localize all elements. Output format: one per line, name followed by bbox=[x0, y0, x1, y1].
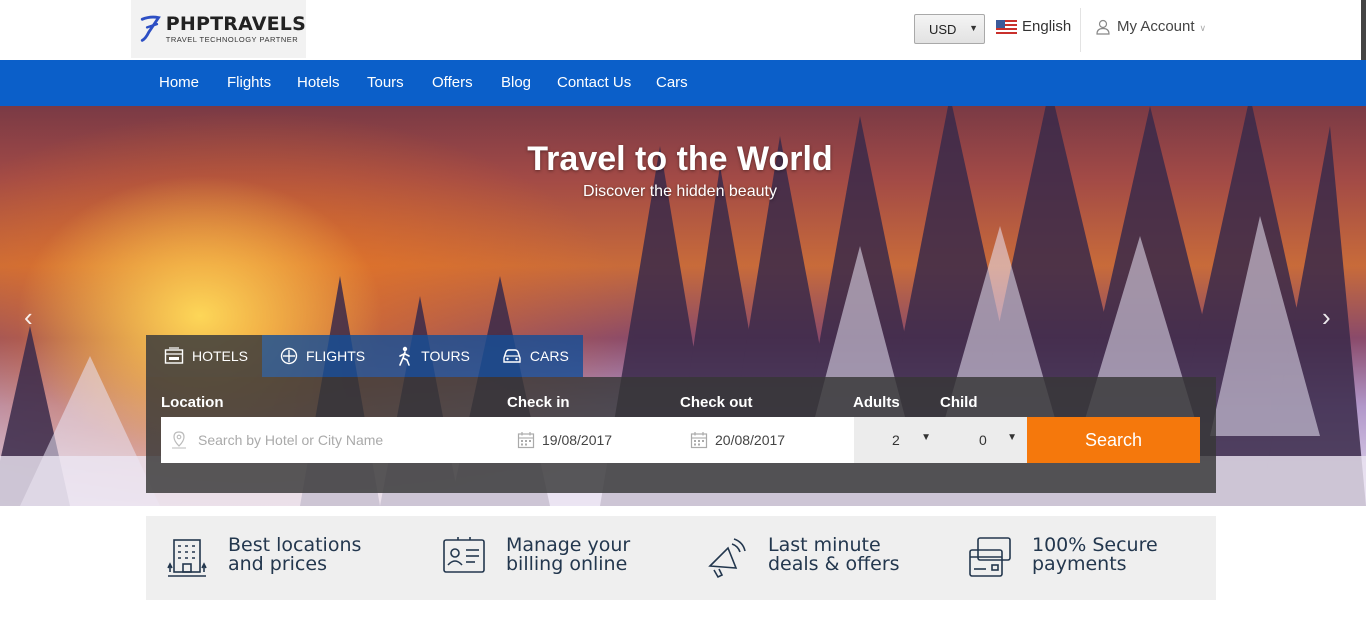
tab-cars[interactable]: CARS bbox=[483, 335, 583, 377]
tab-hotels-label: HOTELS bbox=[192, 348, 249, 364]
feature-secure-payments: 100% Secure payments bbox=[968, 536, 1158, 580]
caret-down-icon: ▼ bbox=[1007, 432, 1017, 443]
my-account-label: My Account bbox=[1117, 18, 1195, 35]
language-selector[interactable]: English bbox=[996, 18, 1071, 35]
megaphone-icon bbox=[708, 538, 746, 579]
feature-last-minute: Last minute deals & offers bbox=[706, 536, 900, 580]
nav-blog[interactable]: Blog bbox=[501, 74, 531, 91]
id-card-icon bbox=[443, 537, 485, 573]
building-icon bbox=[167, 539, 207, 577]
currency-value: USD bbox=[929, 21, 957, 37]
nav-contact-us[interactable]: Contact Us bbox=[557, 74, 631, 91]
nav-tours[interactable]: Tours bbox=[367, 74, 404, 91]
nav-cars[interactable]: Cars bbox=[656, 74, 688, 91]
nav-offers[interactable]: Offers bbox=[432, 74, 473, 91]
child-value: 0 bbox=[979, 432, 987, 448]
main-navbar: Home Flights Hotels Tours Offers Blog Co… bbox=[0, 60, 1366, 106]
adults-value: 2 bbox=[892, 432, 900, 448]
search-button[interactable]: Search bbox=[1027, 417, 1200, 463]
checkout-label: Check out bbox=[680, 394, 753, 411]
brand-tagline: TRAVEL TECHNOLOGY PARTNER bbox=[165, 35, 299, 44]
hiker-icon bbox=[399, 346, 410, 366]
location-input[interactable]: Search by Hotel or City Name bbox=[161, 417, 507, 463]
caret-down-icon: ▼ bbox=[921, 432, 931, 443]
carousel-next-arrow-icon[interactable]: › bbox=[1322, 302, 1331, 333]
search-tabs: HOTELS FLIGHTS TOURS CARS bbox=[146, 335, 583, 377]
tab-tours[interactable]: TOURS bbox=[379, 335, 484, 377]
brand-logo[interactable]: PHPTRAVELS TRAVEL TECHNOLOGY PARTNER bbox=[131, 0, 306, 58]
hotel-search-form: Location Check in Check out Adults Child… bbox=[146, 377, 1216, 493]
my-account-menu[interactable]: My Account ∨ bbox=[1096, 18, 1206, 35]
nav-flights[interactable]: Flights bbox=[227, 74, 271, 91]
tab-hotels[interactable]: HOTELS bbox=[146, 335, 263, 377]
header-divider bbox=[1080, 8, 1081, 52]
top-bar: PHPTRAVELS TRAVEL TECHNOLOGY PARTNER USD… bbox=[0, 0, 1366, 60]
hero-title: Travel to the World bbox=[527, 140, 833, 178]
tab-flights-label: FLIGHTS bbox=[306, 348, 366, 364]
checkin-value: 19/08/2017 bbox=[542, 432, 613, 448]
feature-1-line2: and prices bbox=[228, 553, 327, 575]
child-label: Child bbox=[940, 394, 978, 411]
currency-select[interactable]: USD ▼ bbox=[914, 14, 985, 44]
credit-card-icon bbox=[969, 537, 1011, 577]
features-bar: Best locations and prices Manage your bi… bbox=[146, 516, 1216, 600]
brand-name: PHPTRAVELS bbox=[165, 13, 306, 35]
map-pin-icon bbox=[172, 431, 186, 449]
feature-manage-billing: Manage your billing online bbox=[442, 536, 630, 576]
calendar-icon bbox=[517, 432, 535, 449]
feature-2-line2: billing online bbox=[506, 553, 628, 575]
language-label: English bbox=[1022, 18, 1072, 35]
nav-home[interactable]: Home bbox=[159, 74, 199, 91]
hero-banner: Travel to the World Discover the hidden … bbox=[0, 106, 1366, 506]
tab-tours-label: TOURS bbox=[421, 348, 470, 364]
car-icon bbox=[503, 349, 521, 363]
us-flag-icon bbox=[996, 19, 1017, 34]
plane-icon bbox=[280, 347, 298, 365]
chevron-down-icon: ∨ bbox=[1199, 22, 1207, 33]
feature-4-line2: payments bbox=[1032, 553, 1127, 575]
calendar-icon bbox=[690, 432, 708, 449]
checkout-date-input[interactable]: 20/08/2017 bbox=[680, 417, 854, 463]
hero-subtitle: Discover the hidden beauty bbox=[583, 183, 777, 200]
feature-3-line2: deals & offers bbox=[768, 553, 900, 575]
caret-down-icon: ▼ bbox=[969, 23, 978, 33]
user-icon bbox=[1096, 19, 1110, 35]
nav-hotels[interactable]: Hotels bbox=[297, 74, 340, 91]
tab-flights[interactable]: FLIGHTS bbox=[262, 335, 380, 377]
adults-select[interactable]: 2 ▼ bbox=[854, 417, 941, 463]
location-label: Location bbox=[161, 394, 224, 411]
checkin-date-input[interactable]: 19/08/2017 bbox=[507, 417, 680, 463]
location-placeholder: Search by Hotel or City Name bbox=[198, 432, 384, 448]
hotel-icon bbox=[164, 347, 184, 364]
tab-cars-label: CARS bbox=[529, 348, 569, 364]
carousel-prev-arrow-icon[interactable]: ‹ bbox=[24, 302, 33, 333]
feature-best-locations: Best locations and prices bbox=[166, 536, 361, 582]
checkin-label: Check in bbox=[507, 394, 570, 411]
logo-mark-icon bbox=[140, 15, 161, 42]
adults-label: Adults bbox=[853, 394, 900, 411]
checkout-value: 20/08/2017 bbox=[715, 432, 786, 448]
child-select[interactable]: 0 ▼ bbox=[941, 417, 1027, 463]
